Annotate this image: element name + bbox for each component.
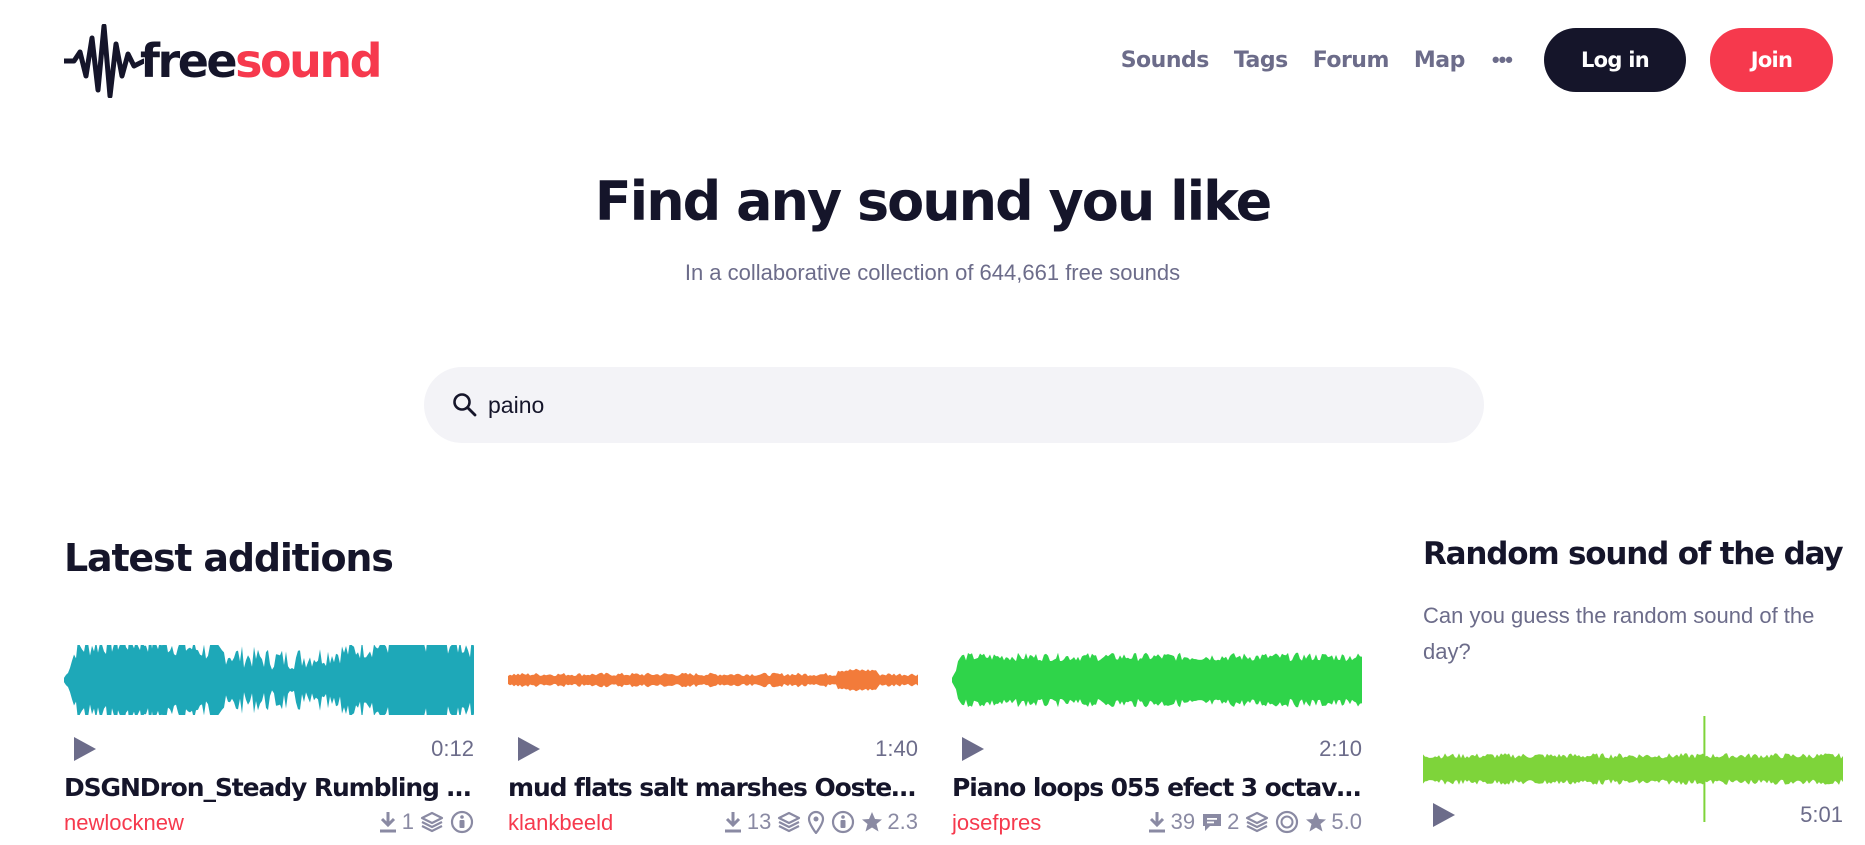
- latest-additions-title: Latest additions: [64, 536, 394, 580]
- sound-card[interactable]: 2:10 Piano loops 055 efect 3 octave loop…: [952, 645, 1362, 845]
- sound-meta: 13 2.3: [717, 809, 918, 835]
- login-button[interactable]: Log in: [1544, 28, 1686, 92]
- nav-map[interactable]: Map: [1414, 48, 1466, 73]
- waveform-logo-icon: [64, 24, 144, 98]
- waveform[interactable]: [64, 645, 474, 715]
- sound-meta: 39 2 5.0: [1141, 809, 1362, 835]
- download-count: 1: [401, 809, 414, 834]
- nav-forum[interactable]: Forum: [1313, 48, 1390, 73]
- sound-duration: 5:01: [1800, 802, 1843, 827]
- nav-sounds[interactable]: Sounds: [1121, 48, 1210, 73]
- waveform[interactable]: [508, 645, 918, 715]
- download-count: 13: [746, 809, 772, 834]
- waveform[interactable]: [952, 645, 1362, 715]
- play-icon[interactable]: [960, 735, 986, 763]
- download-count: 39: [1170, 809, 1196, 834]
- download-icon: [378, 811, 398, 833]
- pack-icon: [420, 811, 444, 833]
- page-title: Find any sound you like: [594, 170, 1272, 233]
- nav-tags[interactable]: Tags: [1234, 48, 1288, 73]
- sound-username[interactable]: klankbeeld: [508, 810, 613, 836]
- download-icon: [723, 811, 743, 833]
- waveform[interactable]: [1423, 714, 1843, 824]
- download-icon: [1147, 811, 1167, 833]
- rating-value: 2.3: [887, 809, 918, 834]
- more-menu-icon[interactable]: •••: [1492, 47, 1513, 73]
- star-icon: [861, 811, 883, 833]
- freesound-logo[interactable]: freesound: [64, 24, 383, 98]
- random-sound-description: Can you guess the random sound of the da…: [1423, 603, 1815, 664]
- search-icon: [453, 393, 477, 417]
- sound-duration: 2:10: [1319, 736, 1362, 761]
- sound-duration: 1:40: [875, 736, 918, 761]
- sound-meta: 1: [372, 809, 474, 835]
- main-nav: Sounds Tags Forum Map ••• Log in Join: [1121, 28, 1833, 92]
- join-button[interactable]: Join: [1710, 28, 1833, 92]
- random-sound-title: Random sound of the day: [1423, 536, 1844, 572]
- comment-icon: [1201, 811, 1223, 833]
- search-input[interactable]: [488, 391, 1448, 419]
- search-bar[interactable]: [424, 367, 1484, 443]
- logo-text-sound: sound: [235, 34, 382, 88]
- sound-card[interactable]: 1:40 mud flats salt marshes Oosterscheld…: [508, 645, 918, 845]
- pack-icon: [777, 811, 801, 833]
- sound-username[interactable]: newlocknew: [64, 810, 184, 836]
- logo-text-free: free: [140, 34, 238, 88]
- play-icon[interactable]: [72, 735, 98, 763]
- sound-duration: 0:12: [431, 736, 474, 761]
- license-icon: [1275, 810, 1299, 834]
- sound-title[interactable]: Piano loops 055 efect 3 octave loop: [952, 773, 1362, 802]
- pack-icon: [1245, 811, 1269, 833]
- sound-title[interactable]: DSGNDron_Steady Rumbling Distant Storm: [64, 773, 474, 802]
- page-subtitle: In a collaborative collection of 644,661…: [684, 260, 1181, 285]
- rating-value: 5.0: [1331, 809, 1362, 834]
- geotag-icon: [807, 810, 825, 834]
- star-icon: [1305, 811, 1327, 833]
- license-icon: [831, 810, 855, 834]
- comment-count: 2: [1227, 809, 1240, 834]
- sound-title[interactable]: mud flats salt marshes Oosterschelde: [508, 773, 918, 802]
- sound-username[interactable]: josefpres: [952, 810, 1041, 836]
- play-icon[interactable]: [1431, 801, 1457, 829]
- sound-card[interactable]: 0:12 DSGNDron_Steady Rumbling Distant St…: [64, 645, 474, 845]
- random-sound-card[interactable]: 5:01: [1423, 714, 1843, 845]
- license-icon: [450, 810, 474, 834]
- play-icon[interactable]: [516, 735, 542, 763]
